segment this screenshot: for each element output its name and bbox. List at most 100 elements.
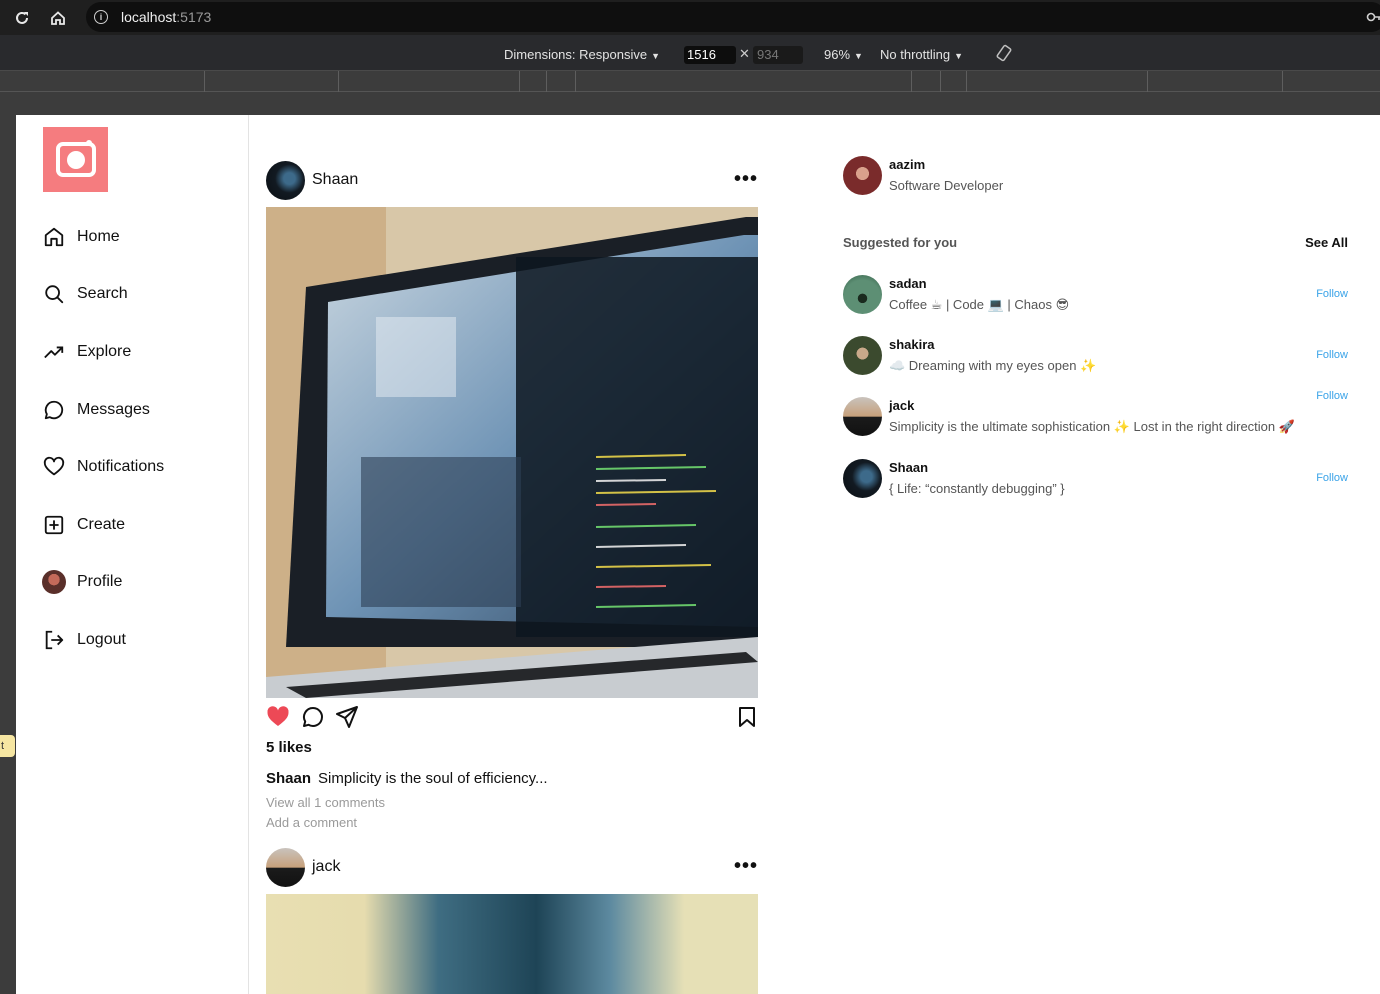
suggested-user-bio: Simplicity is the ultimate sophisticatio… — [889, 418, 1295, 434]
address-bar[interactable]: i localhost:5173 — [86, 2, 1380, 32]
bookmark-icon[interactable] — [735, 705, 761, 731]
follow-button[interactable]: Follow — [1316, 349, 1348, 361]
suggestions-header: Suggested for you See All — [843, 235, 1348, 250]
share-icon[interactable] — [335, 705, 361, 731]
nav-profile[interactable]: Profile — [42, 568, 122, 596]
avatar — [42, 570, 66, 594]
avatar[interactable] — [843, 335, 882, 375]
follow-button[interactable]: Follow — [1316, 472, 1348, 484]
post-username[interactable]: jack — [312, 858, 340, 876]
caption-username[interactable]: Shaan — [266, 770, 311, 787]
avatar[interactable] — [266, 847, 305, 887]
suggested-user-info: jack Simplicity is the ultimate sophisti… — [889, 398, 1295, 435]
suggested-user-bio: { Life: “constantly debugging” } — [889, 481, 1065, 496]
avatar[interactable] — [843, 458, 882, 498]
suggested-username[interactable]: Shaan — [889, 460, 1065, 475]
url-host: localhost — [121, 9, 177, 25]
more-options-icon[interactable]: ••• — [734, 856, 758, 876]
post-image[interactable] — [266, 207, 758, 698]
app-logo[interactable] — [43, 127, 108, 192]
post-header: jack ••• — [266, 847, 758, 887]
zoom-dropdown[interactable]: 96% ▼ — [824, 47, 863, 62]
suggested-user-info: shakira ☁️ Dreaming with my eyes open ✨ — [889, 337, 1096, 374]
nav-label: Logout — [77, 631, 126, 648]
profile-avatar-wrap — [42, 570, 66, 594]
key-icon[interactable] — [1366, 9, 1380, 25]
device-toolbar: Dimensions: Responsive ▼ 1516 ✕ 934 96% ▼ … — [0, 35, 1380, 70]
current-username[interactable]: aazim — [889, 157, 1003, 172]
reload-icon[interactable] — [12, 8, 32, 28]
caret-down-icon: ▼ — [954, 51, 964, 61]
view-all-comments-link[interactable]: View all 1 comments — [266, 795, 385, 810]
rotate-icon[interactable] — [994, 43, 1014, 63]
nav-search[interactable]: Search — [42, 280, 128, 308]
nav-label: Explore — [77, 343, 132, 360]
times-icon: ✕ — [739, 46, 750, 61]
suggested-username[interactable]: jack — [889, 398, 1295, 413]
nav-label: Search — [77, 285, 128, 302]
nav-create[interactable]: Create — [42, 511, 125, 539]
dimensions-label: Dimensions: Responsive — [504, 47, 648, 62]
suggestions-title: Suggested for you — [843, 235, 958, 250]
height-input[interactable]: 934 — [753, 46, 803, 64]
avatar[interactable] — [843, 155, 882, 195]
nav-label: Messages — [77, 401, 150, 418]
nav-messages[interactable]: Messages — [42, 396, 150, 424]
camera-lens — [67, 151, 85, 169]
logout-icon — [42, 628, 66, 652]
post-image[interactable] — [266, 894, 758, 994]
avatar[interactable] — [843, 396, 882, 436]
suggested-username[interactable]: shakira — [889, 337, 1096, 352]
dimensions-dropdown[interactable]: Dimensions: Responsive ▼ — [504, 47, 660, 62]
suggested-user: jack Simplicity is the ultimate sophisti… — [843, 390, 1348, 436]
nav-notifications[interactable]: Notifications — [42, 453, 164, 481]
nav-logout[interactable]: Logout — [42, 626, 126, 654]
gutter-tab[interactable]: t — [0, 735, 15, 757]
suggested-user: Shaan { Life: “constantly debugging” } F… — [843, 458, 1348, 498]
app-viewport: Home Search Explore Messages Notificatio… — [16, 115, 1380, 994]
trending-icon — [42, 340, 66, 364]
width-input[interactable]: 1516 — [684, 46, 736, 64]
avatar[interactable] — [266, 160, 305, 200]
follow-button[interactable]: Follow — [1316, 390, 1348, 402]
comment-icon[interactable] — [301, 705, 327, 731]
suggested-username[interactable]: sadan — [889, 276, 1069, 291]
nav-label: Home — [77, 228, 120, 245]
nav-explore[interactable]: Explore — [42, 338, 131, 366]
more-options-icon[interactable]: ••• — [734, 169, 758, 189]
site-info-icon[interactable]: i — [94, 10, 108, 24]
plus-square-icon — [42, 513, 66, 537]
see-all-link[interactable]: See All — [1305, 235, 1348, 250]
sidebar: Home Search Explore Messages Notificatio… — [16, 115, 249, 994]
home-browser-icon[interactable] — [48, 8, 68, 28]
avatar[interactable] — [843, 274, 882, 314]
zoom-label: 96% — [824, 47, 851, 62]
caret-down-icon: ▼ — [854, 51, 863, 61]
post-caption: Shaan Simplicity is the soul of efficienc… — [266, 770, 548, 787]
suggested-user: sadan Coffee ☕ | Code 💻 | Chaos 😎 Follow — [843, 274, 1348, 314]
likes-count: 5 likes — [266, 739, 312, 756]
nav-label: Notifications — [77, 458, 165, 475]
suggested-user-info: sadan Coffee ☕ | Code 💻 | Chaos 😎 — [889, 276, 1069, 313]
add-comment-input[interactable] — [266, 815, 566, 830]
throttling-label: No throttling — [880, 47, 951, 62]
post-actions — [266, 705, 758, 731]
current-user-info: aazim Software Developer — [889, 157, 1003, 193]
suggested-user-bio: ☁️ Dreaming with my eyes open ✨ — [889, 357, 1097, 373]
current-user-bio: Software Developer — [889, 178, 1004, 193]
message-icon — [42, 398, 66, 422]
follow-button[interactable]: Follow — [1316, 288, 1348, 300]
nav-label: Profile — [77, 573, 123, 590]
camera-flash — [86, 140, 92, 146]
suggested-user-bio: Coffee ☕ | Code 💻 | Chaos 😎 — [889, 296, 1070, 312]
like-heart-icon[interactable] — [266, 705, 292, 731]
post-header: Shaan ••• — [266, 160, 758, 200]
caret-down-icon: ▼ — [651, 51, 660, 61]
home-icon — [42, 225, 66, 249]
throttling-dropdown[interactable]: No throttling ▼ — [880, 47, 963, 62]
post-username[interactable]: Shaan — [312, 171, 358, 189]
nav-home[interactable]: Home — [42, 223, 120, 251]
suggested-user-info: Shaan { Life: “constantly debugging” } — [889, 460, 1065, 496]
current-user: aazim Software Developer — [843, 155, 1003, 195]
nav-label: Create — [77, 516, 126, 533]
